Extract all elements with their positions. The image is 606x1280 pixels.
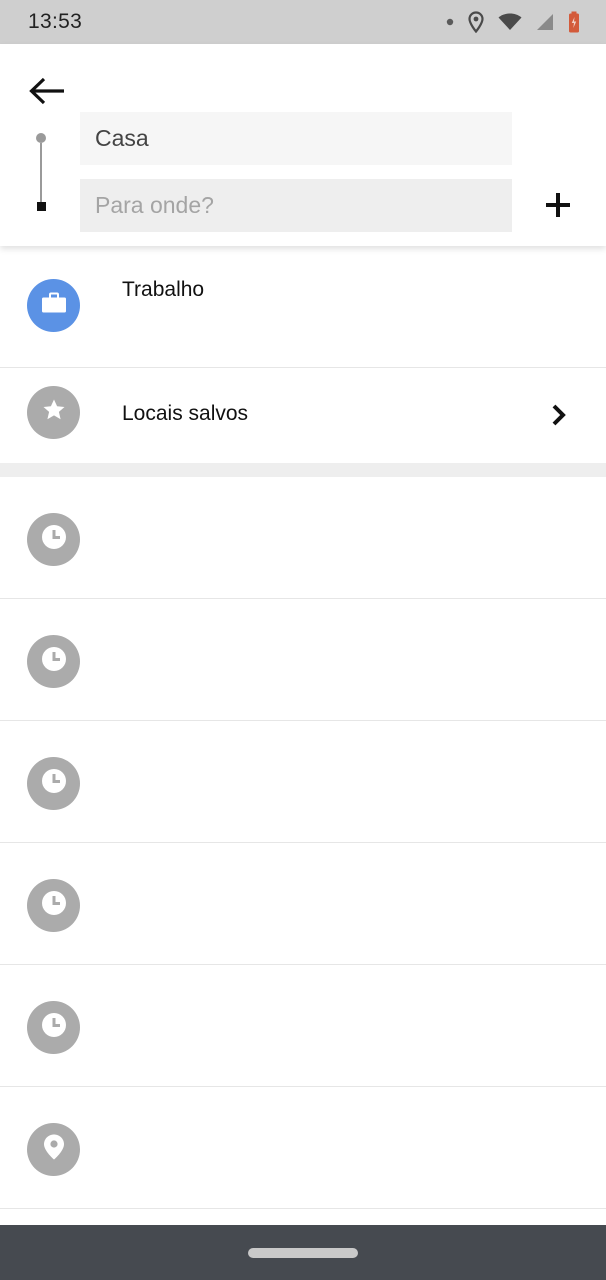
history-item[interactable] <box>0 965 606 1087</box>
back-button[interactable] <box>26 74 68 112</box>
history-item[interactable] <box>0 599 606 721</box>
battery-icon <box>568 11 580 33</box>
work-circle <box>27 279 80 332</box>
destination-input[interactable] <box>80 179 512 232</box>
briefcase-icon <box>41 292 67 319</box>
status-bar: 13:53 <box>0 0 606 44</box>
history-circle <box>27 635 80 688</box>
clock-icon <box>40 767 68 800</box>
section-divider <box>0 463 606 477</box>
status-icons <box>446 11 580 33</box>
cell-signal-icon <box>536 13 554 31</box>
search-header <box>0 44 606 246</box>
route-connector <box>40 143 42 203</box>
history-item[interactable] <box>0 1087 606 1209</box>
history-item[interactable] <box>0 721 606 843</box>
status-time: 13:53 <box>28 10 83 33</box>
destination-square-icon <box>37 202 46 211</box>
navigation-bar <box>0 1225 606 1280</box>
back-arrow-icon <box>28 76 66 111</box>
clock-icon <box>40 645 68 678</box>
location-icon <box>468 11 484 33</box>
saved-places-row[interactable]: Locais salvos <box>0 368 606 463</box>
clock-icon <box>40 523 68 556</box>
chevron-right-icon <box>548 404 570 426</box>
plus-icon <box>545 192 571 223</box>
places-list: Trabalho Locais salvos <box>0 246 606 1209</box>
history-item[interactable] <box>0 477 606 599</box>
add-stop-button[interactable] <box>540 189 576 225</box>
notification-dot-icon <box>446 18 454 26</box>
history-circle <box>27 879 80 932</box>
history-circle <box>27 757 80 810</box>
history-circle <box>27 513 80 566</box>
clock-icon <box>40 889 68 922</box>
saved-places-circle <box>27 386 80 439</box>
clock-icon <box>40 1011 68 1044</box>
origin-input[interactable] <box>80 112 512 165</box>
route-indicator <box>36 133 46 213</box>
origin-dot-icon <box>36 133 46 143</box>
history-item[interactable] <box>0 843 606 965</box>
screen: 13:53 Casa Para onde? Trabalho Locais sa… <box>0 0 606 1280</box>
pin-icon <box>42 1133 66 1166</box>
saved-places-label: Locais salvos <box>122 402 249 425</box>
work-label: Trabalho <box>122 278 205 301</box>
saved-item-work[interactable]: Trabalho <box>0 246 606 368</box>
wifi-icon <box>498 13 522 31</box>
history-circle <box>27 1123 80 1176</box>
star-icon <box>42 398 66 427</box>
home-gesture-handle[interactable] <box>248 1247 358 1258</box>
history-circle <box>27 1001 80 1054</box>
